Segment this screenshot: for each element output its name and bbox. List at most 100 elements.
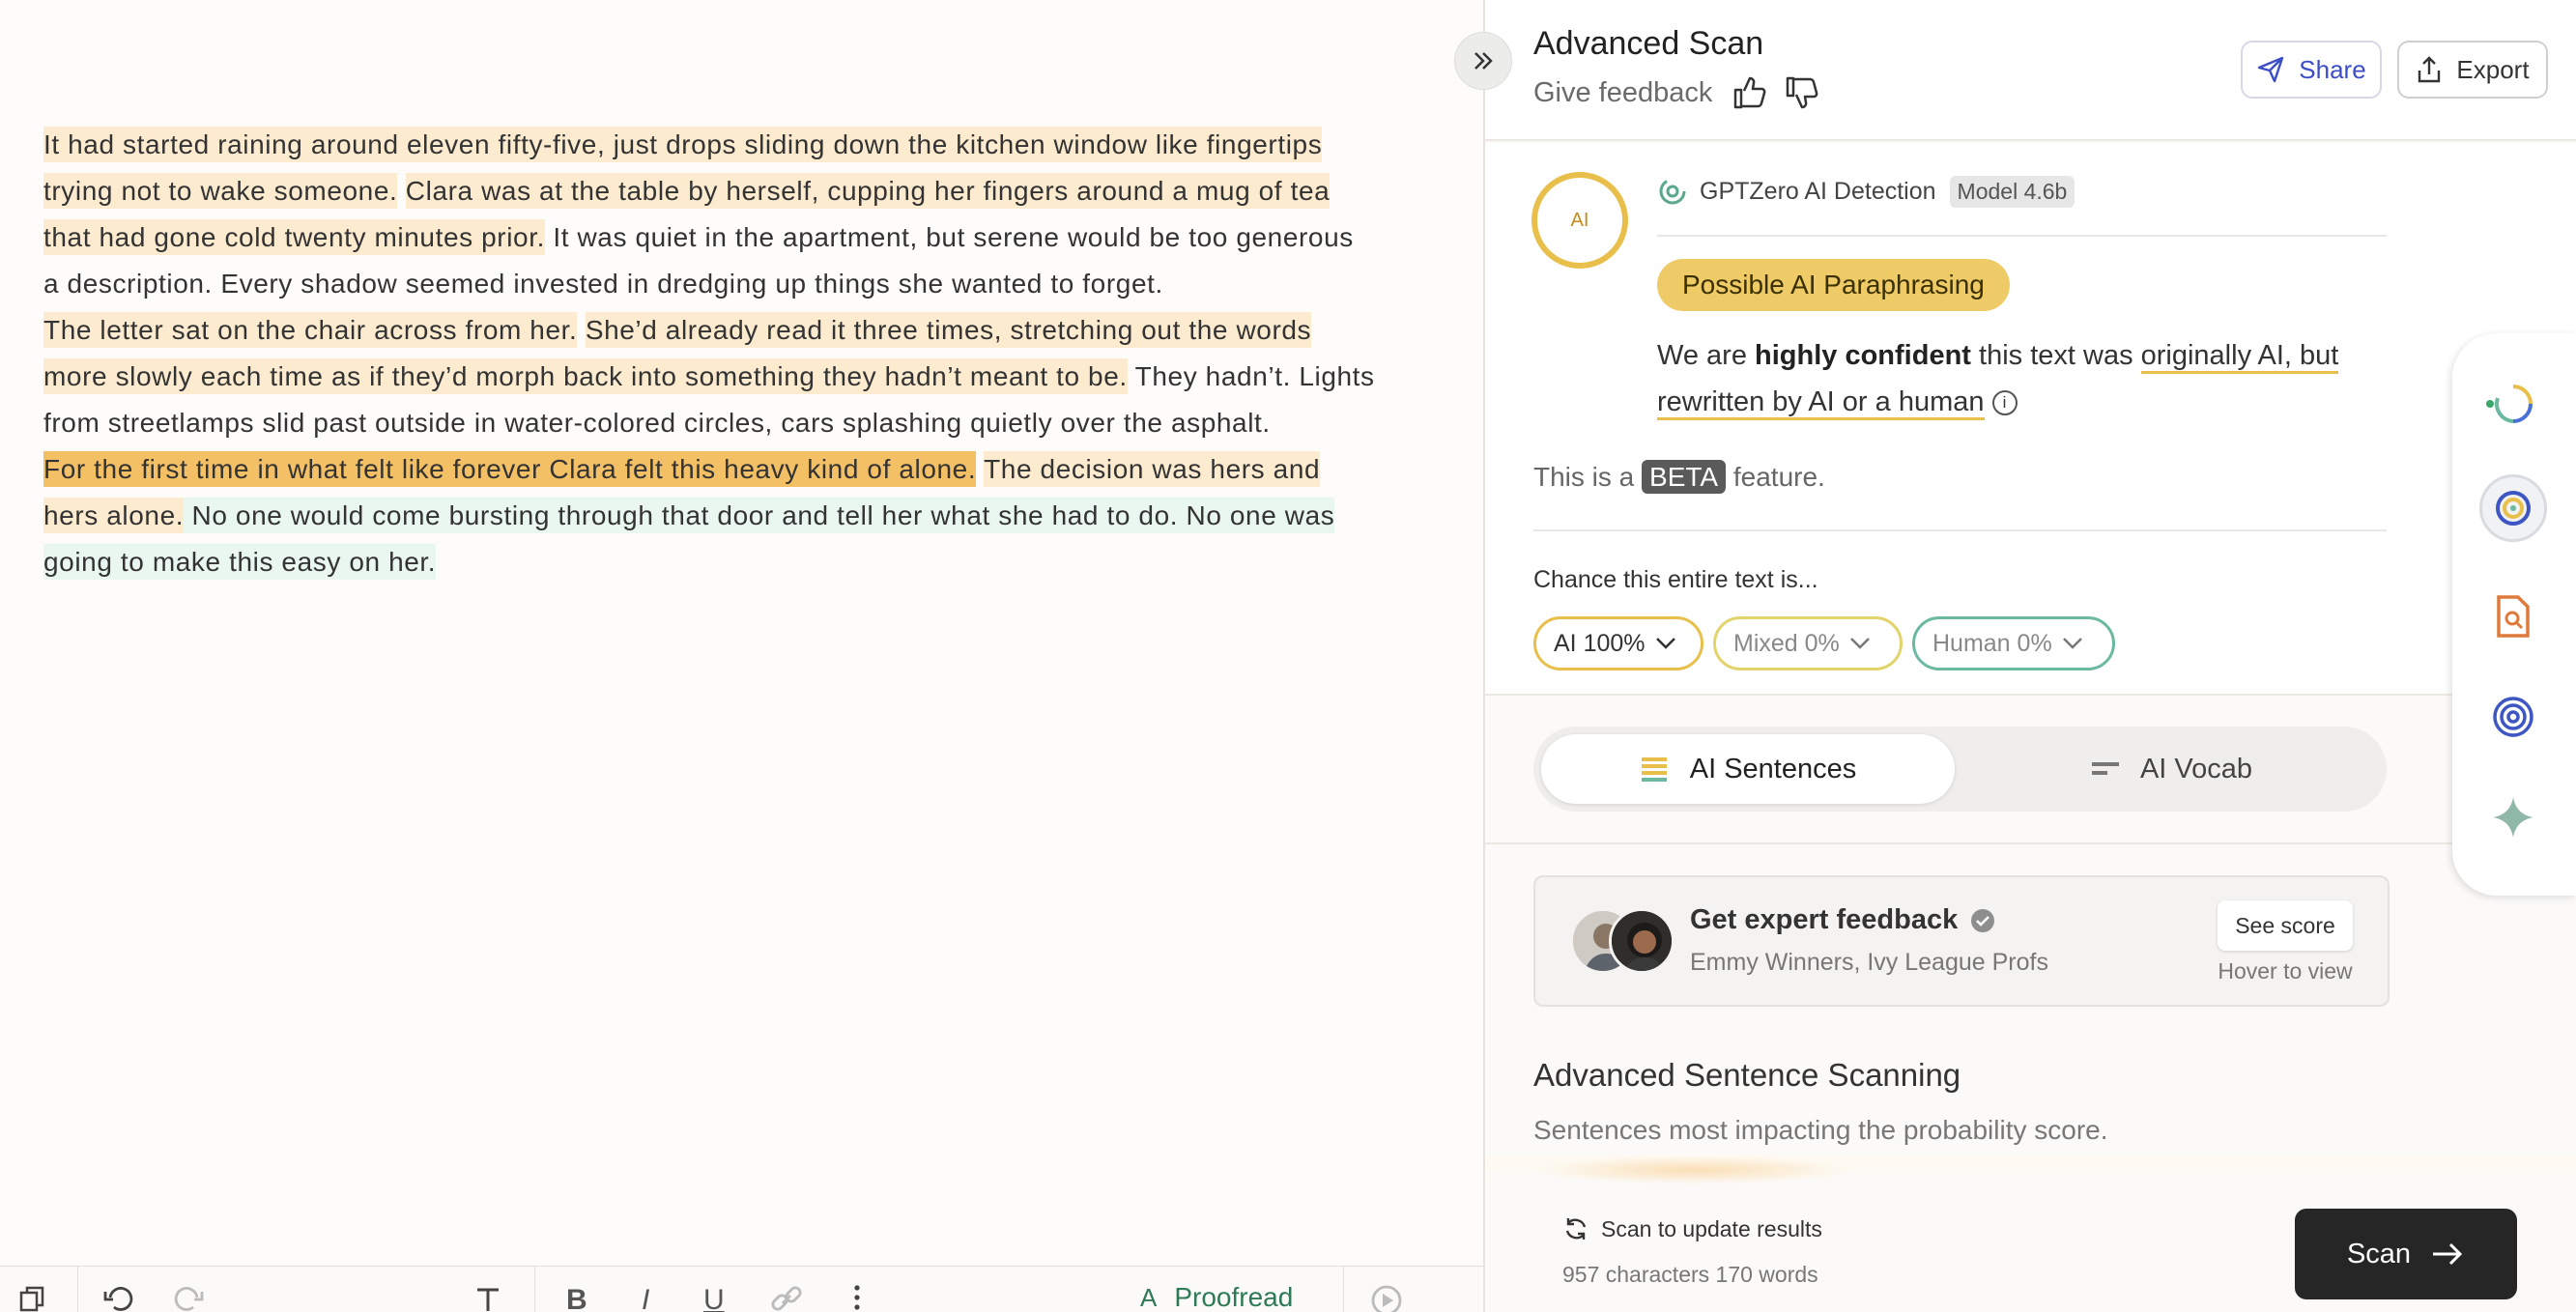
tab-ai-sentences-label: AI Sentences bbox=[1689, 753, 1857, 784]
expert-title: Get expert feedback bbox=[1690, 904, 1996, 936]
beta-text: This is a bbox=[1533, 462, 1643, 492]
ai-chance-dropdown[interactable]: AI 100% bbox=[1533, 616, 1703, 670]
sentence bbox=[397, 173, 405, 209]
ai-score-ring: AI bbox=[1531, 172, 1628, 269]
arrow-right-icon bbox=[2433, 1242, 2463, 1266]
gptzero-logo-icon[interactable] bbox=[2479, 370, 2547, 438]
proofread-icon: A bbox=[1140, 1283, 1158, 1312]
tool-rail bbox=[2452, 333, 2576, 896]
tab-ai-vocab-label: AI Vocab bbox=[2139, 753, 2253, 784]
give-feedback-label: Give feedback bbox=[1533, 76, 1713, 108]
link-icon[interactable] bbox=[769, 1284, 804, 1312]
highlighted-sentence[interactable]: For the first time in what felt like for… bbox=[43, 451, 977, 487]
advanced-scanning-title: Advanced Sentence Scanning bbox=[1533, 1057, 1961, 1093]
paragraph[interactable]: The letter sat on the chair across from … bbox=[43, 307, 1377, 446]
divider bbox=[1533, 529, 2387, 531]
chevron-down-icon bbox=[1849, 631, 1871, 656]
text-counts: 957 characters 170 words bbox=[1562, 1262, 1818, 1287]
document-text[interactable]: It had started raining around eleven fif… bbox=[43, 122, 1377, 585]
sparkle-icon[interactable] bbox=[2479, 784, 2547, 851]
spiral-icon[interactable] bbox=[2479, 683, 2547, 751]
human-chance-dropdown[interactable]: Human 0% bbox=[1912, 616, 2115, 670]
italic-icon[interactable]: I bbox=[642, 1284, 649, 1312]
thumbs-down-icon[interactable] bbox=[1782, 73, 1820, 112]
model-badge: Model 4.6b bbox=[1949, 175, 2075, 208]
confidence-text: this text was bbox=[1970, 340, 2141, 371]
highlighted-sentence[interactable]: The letter sat on the chair across from … bbox=[43, 312, 578, 348]
detector-row: GPTZero AI Detection Model 4.6b bbox=[1657, 172, 2387, 211]
confidence-statement: We are highly confident this text was or… bbox=[1657, 332, 2391, 425]
confidence-level: highly confident bbox=[1755, 340, 1971, 371]
share-button[interactable]: Share bbox=[2241, 41, 2382, 99]
beta-text: feature. bbox=[1726, 462, 1825, 492]
document-search-icon[interactable] bbox=[2479, 583, 2547, 650]
collapse-panel-button[interactable] bbox=[1454, 32, 1512, 90]
undo-icon[interactable] bbox=[102, 1284, 133, 1312]
more-options-icon[interactable] bbox=[852, 1284, 862, 1312]
vocab-icon bbox=[2091, 762, 2119, 775]
export-label: Export bbox=[2456, 54, 2530, 84]
panel-header: Advanced Scan Give feedback Share Export bbox=[1485, 0, 2576, 141]
expert-avatars bbox=[1570, 908, 1676, 976]
feedback-row: Give feedback bbox=[1533, 73, 1820, 112]
avatar bbox=[1609, 908, 1674, 974]
proofread-label: Proofread bbox=[1174, 1282, 1294, 1312]
app-root: It had started raining around eleven fif… bbox=[0, 0, 2576, 1312]
detector-name: GPTZero AI Detection bbox=[1700, 177, 1936, 205]
paragraph[interactable]: It had started raining around eleven fif… bbox=[43, 122, 1377, 307]
human-chance-label: Human 0% bbox=[1932, 629, 2052, 657]
chance-label: Chance this entire text is... bbox=[1533, 566, 1818, 593]
ai-ring-label: AI bbox=[1570, 209, 1589, 231]
redo-icon[interactable] bbox=[174, 1284, 205, 1312]
ai-scan-icon[interactable] bbox=[2479, 474, 2547, 542]
double-chevron-right-icon bbox=[1474, 52, 1493, 70]
share-label: Share bbox=[2299, 54, 2366, 84]
scan-update-label: Scan to update results bbox=[1601, 1215, 1822, 1241]
bold-icon[interactable]: B bbox=[566, 1284, 587, 1312]
gptzero-logo-icon bbox=[1659, 178, 1686, 205]
proofread-button[interactable]: A Proofread bbox=[1140, 1282, 1293, 1312]
copy-icon[interactable] bbox=[17, 1284, 46, 1312]
send-icon bbox=[2258, 56, 2284, 83]
beta-tag: BETA bbox=[1642, 460, 1727, 494]
tab-ai-vocab[interactable]: AI Vocab bbox=[1964, 734, 2378, 804]
hover-hint: Hover to view bbox=[2218, 958, 2353, 984]
underline-icon[interactable]: U bbox=[703, 1284, 725, 1312]
sentence bbox=[976, 451, 984, 487]
tab-ai-sentences[interactable]: AI Sentences bbox=[1541, 734, 1955, 804]
expert-feedback-card[interactable]: Get expert feedback Emmy Winners, Ivy Le… bbox=[1533, 875, 2390, 1007]
beta-note: This is a BETA feature. bbox=[1533, 460, 1825, 494]
loading-glow bbox=[1533, 1155, 1852, 1184]
play-icon[interactable] bbox=[1370, 1284, 1403, 1312]
panel-footer: Scan to update results 957 characters 17… bbox=[1485, 1155, 2576, 1312]
expert-title-label: Get expert feedback bbox=[1690, 904, 1959, 935]
panel-title: Advanced Scan bbox=[1533, 25, 1764, 62]
advanced-scan-panel: Advanced Scan Give feedback Share Export bbox=[1483, 0, 2576, 1312]
verdict-badge: Possible AI Paraphrasing bbox=[1657, 259, 2010, 311]
editor-toolbar: B I U A Proofread bbox=[0, 1266, 1483, 1312]
info-icon[interactable]: i bbox=[1991, 390, 2018, 416]
advanced-scanning-subtitle: Sentences most impacting the probability… bbox=[1533, 1115, 2108, 1145]
analysis-tabs: AI Sentences AI Vocab bbox=[1533, 727, 2387, 812]
highlighted-sentence[interactable]: No one would come bursting through that … bbox=[43, 498, 1335, 580]
mixed-chance-dropdown[interactable]: Mixed 0% bbox=[1713, 616, 1903, 670]
scan-button[interactable]: Scan bbox=[2295, 1209, 2517, 1299]
detection-card: AI GPTZero AI Detection Model 4.6b Possi… bbox=[1485, 143, 2576, 696]
see-score-button[interactable]: See score bbox=[2218, 900, 2353, 951]
editor[interactable]: It had started raining around eleven fif… bbox=[0, 0, 1483, 1312]
export-icon bbox=[2419, 56, 2441, 83]
refresh-icon bbox=[1565, 1218, 1587, 1240]
mixed-chance-label: Mixed 0% bbox=[1733, 629, 1840, 657]
analysis-tabs-section: AI Sentences AI Vocab bbox=[1485, 698, 2576, 844]
text-style-icon[interactable] bbox=[473, 1284, 502, 1312]
chevron-down-icon bbox=[1655, 631, 1676, 656]
export-button[interactable]: Export bbox=[2397, 41, 2548, 99]
ai-chance-label: AI 100% bbox=[1554, 629, 1646, 657]
expert-subtitle: Emmy Winners, Ivy League Profs bbox=[1690, 949, 2048, 976]
sentence bbox=[577, 312, 585, 348]
paragraph[interactable]: For the first time in what felt like for… bbox=[43, 446, 1377, 585]
verified-badge-icon bbox=[1969, 907, 1996, 934]
scan-button-label: Scan bbox=[2346, 1238, 2412, 1269]
thumbs-up-icon[interactable] bbox=[1730, 73, 1768, 112]
scan-update-hint: Scan to update results bbox=[1562, 1215, 1822, 1242]
